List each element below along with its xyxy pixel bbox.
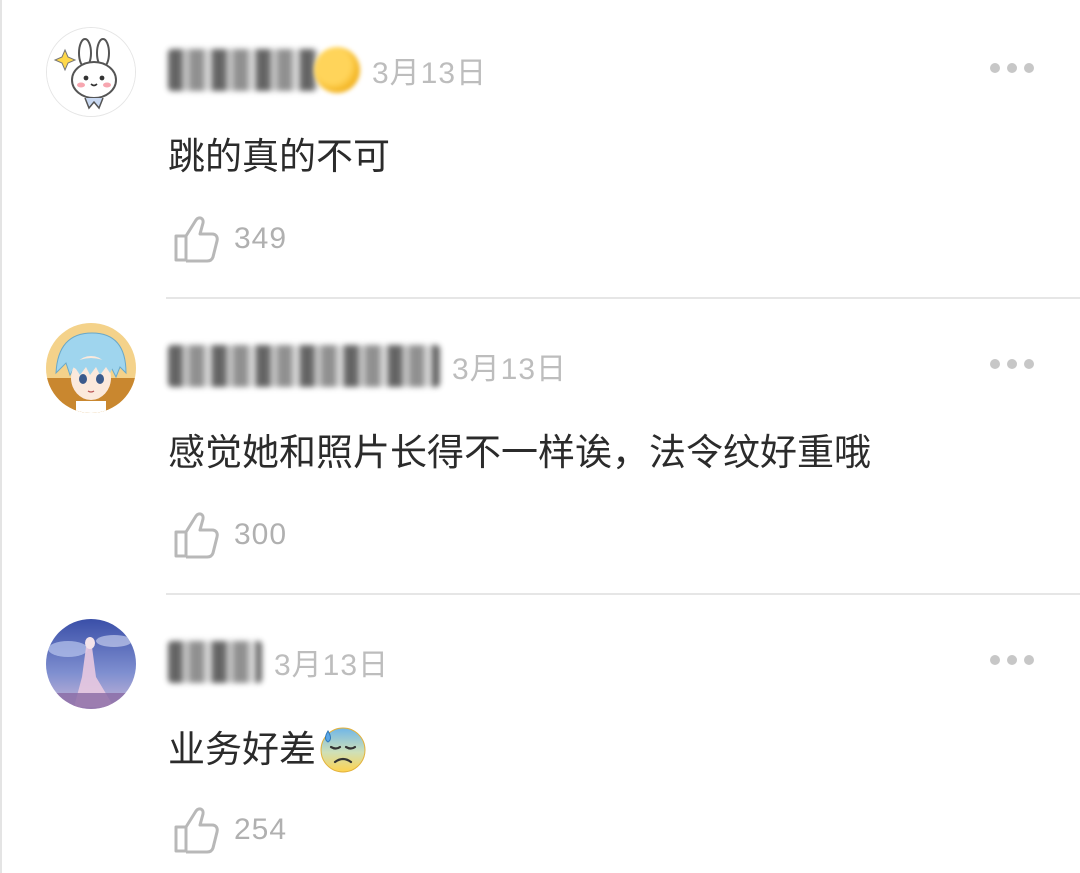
like-count: 349 <box>234 222 288 255</box>
thumbs-up-icon <box>172 214 220 264</box>
dot-icon <box>1007 359 1017 369</box>
left-edge <box>0 0 2 873</box>
dot-icon <box>1024 63 1034 73</box>
comment-text: 跳的真的不可 <box>168 135 390 179</box>
bunny-avatar <box>47 28 135 116</box>
dot-icon <box>1024 655 1034 665</box>
comment-text-body: 跳的真的不可 <box>168 135 390 178</box>
comment-text: 业务好差 <box>168 725 368 775</box>
dot-icon <box>990 63 1000 73</box>
dot-icon <box>1007 63 1017 73</box>
like-button[interactable]: 254 <box>172 805 287 855</box>
dot-icon <box>990 359 1000 369</box>
avatar[interactable] <box>46 323 136 413</box>
like-button[interactable]: 300 <box>172 510 287 560</box>
divider <box>166 297 1080 299</box>
more-options-button[interactable] <box>990 359 1034 369</box>
comment-text-body: 感觉她和照片长得不一样诶，法令纹好重哦 <box>168 431 871 474</box>
user-badge-icon <box>314 47 360 93</box>
thumbs-up-icon <box>172 805 220 855</box>
username[interactable] <box>168 49 318 91</box>
thumbs-up-icon <box>172 510 220 560</box>
dot-icon <box>1007 655 1017 665</box>
cold-sweat-emoji-icon <box>318 725 368 775</box>
username[interactable] <box>168 641 262 683</box>
comment-text-body: 业务好差 <box>168 728 316 771</box>
divider <box>166 593 1080 595</box>
avatar[interactable] <box>46 27 136 117</box>
comment-date: 3月13日 <box>372 57 488 90</box>
like-button[interactable]: 349 <box>172 214 287 264</box>
dot-icon <box>990 655 1000 665</box>
more-options-button[interactable] <box>990 655 1034 665</box>
more-options-button[interactable] <box>990 63 1034 73</box>
dot-icon <box>1024 359 1034 369</box>
scenery-avatar <box>46 619 136 709</box>
comment-text: 感觉她和照片长得不一样诶，法令纹好重哦 <box>168 431 871 475</box>
like-count: 254 <box>234 813 288 846</box>
username[interactable] <box>168 345 440 387</box>
comment-date: 3月13日 <box>274 649 390 682</box>
comment-date: 3月13日 <box>452 353 568 386</box>
anime-boy-avatar <box>46 323 136 413</box>
avatar[interactable] <box>46 619 136 709</box>
like-count: 300 <box>234 518 288 551</box>
